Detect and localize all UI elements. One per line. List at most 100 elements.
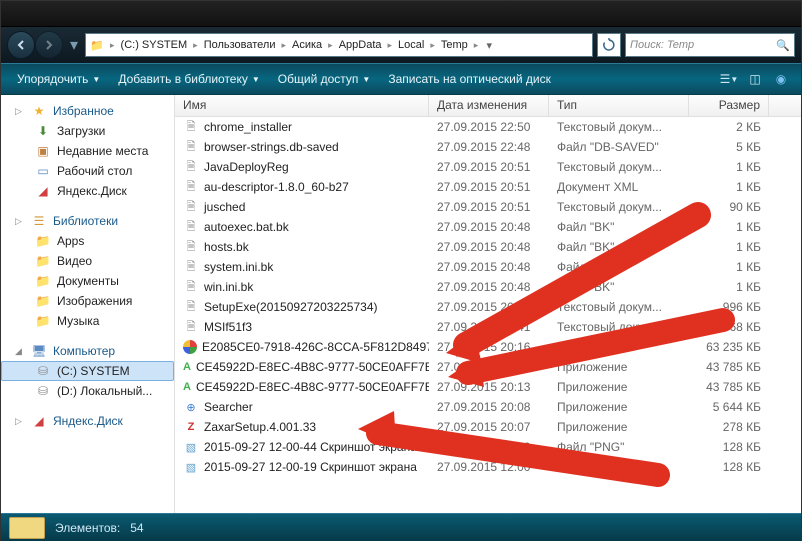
refresh-button[interactable] [597, 33, 621, 57]
sidebar-favorites-header[interactable]: ▷ ★ Избранное [1, 101, 174, 121]
folder-icon: 📁 [86, 39, 108, 52]
file-name: autoexec.bat.bk [204, 220, 289, 234]
file-row[interactable]: ACE45922D-E8EC-4B8C-9777-50CE0AFF7E...27… [175, 357, 801, 377]
titlebar [1, 1, 801, 27]
breadcrumb-item[interactable]: Асика [288, 34, 326, 56]
file-row[interactable]: 🗎jusched27.09.2015 20:51Текстовый докум.… [175, 197, 801, 217]
burn-label: Записать на оптический диск [388, 72, 551, 86]
sidebar-item-yadisk[interactable]: ◢Яндекс.Диск [1, 181, 174, 201]
sidebar-item-images[interactable]: 📁Изображения [1, 291, 174, 311]
column-name[interactable]: Имя [175, 95, 429, 116]
download-icon: ⬇ [35, 123, 51, 139]
file-row[interactable]: 🗎au-descriptor-1.8.0_60-b2727.09.2015 20… [175, 177, 801, 197]
status-count: 54 [130, 521, 143, 535]
chevron-right-icon: ▸ [386, 40, 395, 51]
file-date: 27.09.2015 20:08 [429, 400, 549, 414]
folder-icon: 📁 [35, 253, 51, 269]
file-date: 27.09.2015 22:48 [429, 140, 549, 154]
file-row[interactable]: ACE45922D-E8EC-4B8C-9777-50CE0AFF7EEF27.… [175, 377, 801, 397]
breadcrumb-item[interactable]: AppData [335, 34, 386, 56]
file-type: Текстовый докум... [549, 200, 689, 214]
address-bar[interactable]: 📁 ▸ (C:) SYSTEM ▸ Пользователи ▸ Асика ▸… [85, 33, 593, 57]
view-button[interactable]: ☰▼ [717, 67, 741, 91]
nav-history-dropdown[interactable]: ▾ [67, 33, 81, 57]
file-row[interactable]: 🗎MSIf51f327.09.2015 20:41Текстовый докум… [175, 317, 801, 337]
file-row[interactable]: 🗎JavaDeployReg27.09.2015 20:51Текстовый … [175, 157, 801, 177]
sidebar-item-downloads[interactable]: ⬇Загрузки [1, 121, 174, 141]
folder-icon: 📁 [35, 233, 51, 249]
address-dropdown[interactable]: ▾ [480, 39, 498, 52]
burn-button[interactable]: Записать на оптический диск [380, 68, 559, 90]
share-button[interactable]: Общий доступ ▼ [270, 68, 379, 90]
file-size: 5 644 КБ [689, 400, 769, 414]
sidebar-item-documents[interactable]: 📁Документы [1, 271, 174, 291]
sidebar-item-music[interactable]: 📁Музыка [1, 311, 174, 331]
file-type: Файл "PNG" [549, 460, 689, 474]
file-row[interactable]: 🗎chrome_installer27.09.2015 22:50Текстов… [175, 117, 801, 137]
file-date: 27.09.2015 20:51 [429, 200, 549, 214]
desktop-icon: ▭ [35, 163, 51, 179]
file-name: ZaxarSetup.4.001.33 [204, 420, 316, 434]
file-row[interactable]: ▧2015-09-27 12-00-19 Скриншот экрана27.0… [175, 457, 801, 477]
file-name: hosts.bk [204, 240, 249, 254]
statusbar: Элементов: 54 [1, 513, 801, 541]
sidebar-item-videos[interactable]: 📁Видео [1, 251, 174, 271]
file-type: Приложение [549, 360, 689, 374]
search-input[interactable]: Поиск: Temp 🔍 [625, 33, 795, 57]
file-row[interactable]: ZZaxarSetup.4.001.3327.09.2015 20:07Прил… [175, 417, 801, 437]
file-size: 63 235 КБ [689, 340, 769, 354]
file-row[interactable]: 🗎system.ini.bk27.09.2015 20:48Файл "BK"1… [175, 257, 801, 277]
collapse-icon: ▷ [15, 416, 25, 427]
file-row[interactable]: 🗎win.ini.bk27.09.2015 20:48Файл "BK"1 КБ [175, 277, 801, 297]
file-date: 27.09.2015 20:48 [429, 280, 549, 294]
column-headers: Имя Дата изменения Тип Размер [175, 95, 801, 117]
file-date: 27.09.2015 20:51 [429, 160, 549, 174]
star-icon: ★ [31, 103, 47, 119]
sidebar-libraries-header[interactable]: ▷ ☰ Библиотеки [1, 211, 174, 231]
back-button[interactable] [7, 31, 35, 59]
search-icon: 🔍 [776, 39, 790, 52]
chevron-down-icon: ▼ [92, 75, 100, 84]
sidebar-computer-header[interactable]: ◢ 🖥 Компьютер [1, 341, 174, 361]
file-row[interactable]: ⊕Searcher27.09.2015 20:08Приложение5 644… [175, 397, 801, 417]
file-row[interactable]: 🗎hosts.bk27.09.2015 20:48Файл "BK"1 КБ [175, 237, 801, 257]
file-size: 1 КБ [689, 180, 769, 194]
file-type: Файл "BK" [549, 240, 689, 254]
add-library-button[interactable]: Добавить в библиотеку ▼ [110, 68, 267, 90]
organize-label: Упорядочить [17, 72, 88, 86]
sidebar-yadisk-header[interactable]: ▷ ◢ Яндекс.Диск [1, 411, 174, 431]
file-type: Приложение [549, 400, 689, 414]
column-type[interactable]: Тип [549, 95, 689, 116]
file-row[interactable]: 🗎SetupExe(20150927203225734)27.09.2015 2… [175, 297, 801, 317]
breadcrumb-item[interactable]: (C:) SYSTEM [117, 34, 192, 56]
sidebar-item-apps[interactable]: 📁Apps [1, 231, 174, 251]
sidebar-item-desktop[interactable]: ▭Рабочий стол [1, 161, 174, 181]
breadcrumb-item[interactable]: Пользователи [200, 34, 280, 56]
file-type: Приложение [549, 380, 689, 394]
file-date: 27.09.2015 20:48 [429, 240, 549, 254]
breadcrumb-item[interactable]: Temp [437, 34, 472, 56]
arrow-right-icon [43, 39, 55, 51]
share-label: Общий доступ [278, 72, 359, 86]
file-type: Файл "BK" [549, 260, 689, 274]
yadisk-icon: ◢ [31, 413, 47, 429]
column-date[interactable]: Дата изменения [429, 95, 549, 116]
file-size: 43 785 КБ [689, 360, 769, 374]
chevron-right-icon: ▸ [279, 40, 288, 51]
sidebar-item-recent[interactable]: ▣Недавние места [1, 141, 174, 161]
sidebar-item-drive-d[interactable]: ⛁(D:) Локальный... [1, 381, 174, 401]
file-date: 27.09.2015 20:07 [429, 420, 549, 434]
file-row[interactable]: 🗎browser-strings.db-saved27.09.2015 22:4… [175, 137, 801, 157]
organize-button[interactable]: Упорядочить ▼ [9, 68, 108, 90]
file-row[interactable]: E2085CE0-7918-426C-8CCA-5F812D84974927.0… [175, 337, 801, 357]
breadcrumb-item[interactable]: Local [394, 34, 428, 56]
file-list: Имя Дата изменения Тип Размер 🗎chrome_in… [175, 95, 801, 513]
sidebar-item-drive-c[interactable]: ⛁(C:) SYSTEM [1, 361, 174, 381]
file-size: 996 КБ [689, 300, 769, 314]
file-row[interactable]: 🗎autoexec.bat.bk27.09.2015 20:48Файл "BK… [175, 217, 801, 237]
file-row[interactable]: ▧2015-09-27 12-00-44 Скриншот экрана27.0… [175, 437, 801, 457]
column-size[interactable]: Размер [689, 95, 769, 116]
help-button[interactable]: ◉ [769, 67, 793, 91]
preview-pane-button[interactable]: ◫ [743, 67, 767, 91]
forward-button[interactable] [35, 31, 63, 59]
